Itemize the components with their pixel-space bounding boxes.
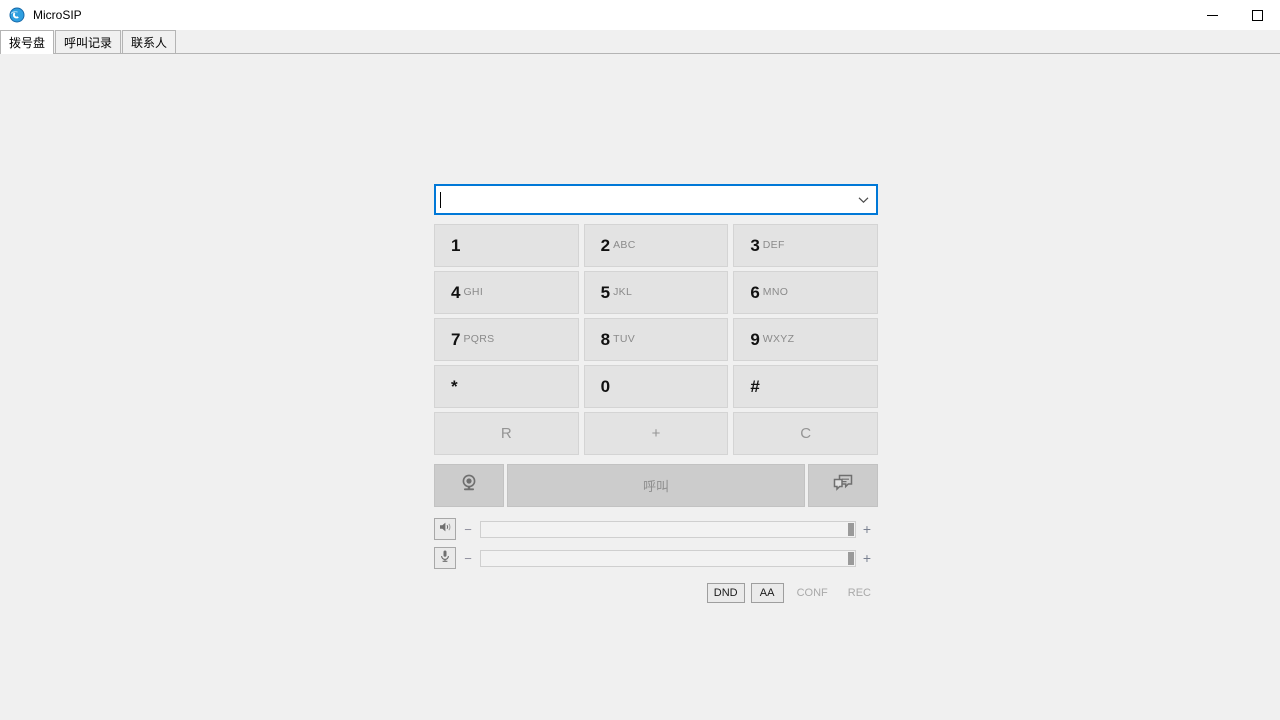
toggle-dnd-label: DND	[713, 587, 738, 599]
key-9-digit: 9	[750, 330, 760, 349]
microphone-button[interactable]	[434, 547, 456, 569]
key-2[interactable]: 2 ABC	[583, 224, 729, 267]
microphone-icon	[438, 549, 452, 568]
key-3-digit: 3	[750, 236, 760, 255]
speaker-increase-button[interactable]: +	[856, 522, 878, 536]
toggle-conf: CONF	[790, 583, 835, 603]
key-clear[interactable]: C	[733, 412, 878, 455]
toggle-conf-label: CONF	[796, 587, 828, 599]
maximize-button[interactable]	[1235, 0, 1280, 30]
key-8-digit: 8	[600, 330, 611, 349]
microphone-volume-slider[interactable]	[480, 549, 856, 567]
window-title: MicroSIP	[33, 8, 82, 22]
key-plus[interactable]: +	[583, 412, 729, 455]
key-0[interactable]: 0	[583, 365, 729, 408]
key-hash[interactable]: #	[733, 365, 878, 408]
dialer-panel: 1 2 ABC 3 DEF 4 GHI 5 JKL 6 MNO 7 PQRS 8	[434, 184, 878, 603]
key-r-label: R	[500, 425, 512, 442]
speaker-slider-thumb[interactable]	[848, 522, 854, 536]
speaker-decrease-button[interactable]: −	[456, 523, 480, 536]
microphone-decrease-button[interactable]: −	[456, 552, 480, 565]
speaker-volume-row: − +	[434, 518, 878, 540]
toggle-rec: REC	[841, 583, 878, 603]
key-4[interactable]: 4 GHI	[434, 271, 579, 314]
key-0-digit: 0	[600, 377, 611, 396]
minimize-icon	[1207, 14, 1218, 16]
title-bar: MicroSIP	[0, 0, 1280, 30]
phone-number-combobox[interactable]	[434, 184, 878, 215]
maximize-icon	[1252, 9, 1263, 21]
key-4-digit: 4	[451, 283, 461, 302]
key-5[interactable]: 5 JKL	[583, 271, 729, 314]
key-hash-digit: #	[750, 377, 760, 396]
webcam-icon	[459, 473, 479, 498]
tab-dialpad[interactable]: 拨号盘	[0, 30, 55, 54]
key-7-digit: 7	[451, 330, 461, 349]
microphone-volume-row: − +	[434, 547, 878, 569]
key-star[interactable]: *	[434, 365, 579, 408]
speaker-icon	[438, 520, 452, 539]
window-controls	[1190, 0, 1280, 30]
tab-contacts-label: 联系人	[131, 35, 168, 50]
key-5-digit: 5	[600, 283, 611, 302]
feature-toggle-row: DND AA CONF REC	[434, 583, 878, 603]
key-3-letters: DEF	[762, 239, 785, 252]
key-8-letters: TUV	[613, 333, 636, 346]
call-button[interactable]: 呼叫	[507, 464, 805, 507]
speaker-volume-slider[interactable]	[480, 520, 856, 538]
key-4-letters: GHI	[463, 286, 484, 299]
tab-call-log-label: 呼叫记录	[64, 35, 113, 50]
key-clear-label: C	[800, 425, 812, 442]
title-bar-left: MicroSIP	[0, 7, 82, 23]
key-1-digit: 1	[451, 236, 461, 255]
key-2-digit: 2	[600, 236, 611, 255]
microphone-slider-thumb[interactable]	[848, 551, 854, 565]
tab-contacts[interactable]: 联系人	[122, 30, 177, 53]
video-call-button[interactable]	[434, 464, 504, 507]
chat-bubbles-icon	[832, 473, 854, 498]
key-1[interactable]: 1	[434, 224, 579, 267]
tab-call-log[interactable]: 呼叫记录	[55, 30, 122, 53]
key-6-digit: 6	[750, 283, 760, 302]
call-action-row: 呼叫	[434, 464, 878, 507]
key-7[interactable]: 7 PQRS	[434, 318, 579, 361]
key-2-letters: ABC	[613, 239, 636, 252]
key-6[interactable]: 6 MNO	[733, 271, 878, 314]
message-button[interactable]	[808, 464, 878, 507]
key-6-letters: MNO	[762, 286, 789, 299]
toggle-aa[interactable]: AA	[750, 583, 784, 603]
key-8[interactable]: 8 TUV	[583, 318, 729, 361]
microsip-globe-icon	[9, 7, 25, 23]
key-7-letters: PQRS	[463, 333, 495, 346]
call-button-label: 呼叫	[642, 479, 669, 494]
tab-dialpad-label: 拨号盘	[9, 36, 46, 50]
speaker-button[interactable]	[434, 518, 456, 540]
toggle-dnd[interactable]: DND	[706, 583, 745, 603]
key-plus-label: +	[651, 425, 661, 442]
keypad: 1 2 ABC 3 DEF 4 GHI 5 JKL 6 MNO 7 PQRS 8	[434, 224, 878, 455]
key-r[interactable]: R	[434, 412, 579, 455]
minimize-button[interactable]	[1190, 0, 1235, 30]
key-9-letters: WXYZ	[762, 333, 795, 346]
key-9[interactable]: 9 WXYZ	[733, 318, 878, 361]
key-5-letters: JKL	[613, 286, 633, 299]
tab-strip: 拨号盘 呼叫记录 联系人	[0, 30, 1280, 54]
toggle-aa-label: AA	[759, 587, 775, 599]
chevron-down-icon[interactable]	[850, 196, 876, 204]
toggle-rec-label: REC	[847, 587, 871, 599]
text-cursor	[440, 191, 441, 208]
microphone-increase-button[interactable]: +	[856, 551, 878, 565]
key-star-digit: *	[451, 377, 458, 396]
key-3[interactable]: 3 DEF	[733, 224, 878, 267]
